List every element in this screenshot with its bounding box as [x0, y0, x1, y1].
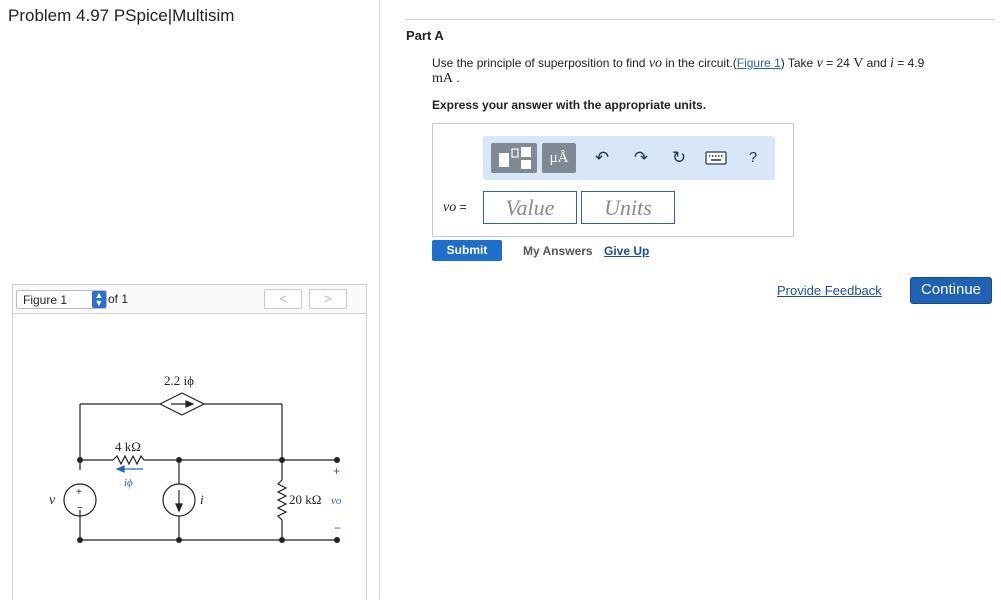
- units-button[interactable]: μÅ: [542, 143, 576, 173]
- output-voltage-label: vo: [331, 495, 342, 507]
- source-minus: −: [77, 503, 83, 514]
- figure-select-value: Figure 1: [23, 293, 68, 307]
- part-label: Part A: [406, 28, 444, 43]
- figure-link[interactable]: Figure 1: [737, 56, 781, 70]
- figure-panel: Figure 1 ▲ ▼ of 1 < > 2.2 iϕ 4 kΩ iϕ v +…: [12, 284, 367, 600]
- template-icon: [499, 147, 531, 169]
- continue-button[interactable]: Continue: [910, 277, 992, 304]
- answer-box: μÅ ↶ ↷ ↻ ? vo = Value Units: [432, 123, 794, 237]
- circuit-diagram: 2.2 iϕ 4 kΩ iϕ v + − i 20 kΩ vo + −: [49, 373, 342, 543]
- template-button[interactable]: [491, 143, 537, 173]
- chevron-updown-icon: ▲ ▼: [92, 291, 106, 308]
- instruction-text: Express your answer with the appropriate…: [432, 98, 707, 112]
- figure-column: Problem 4.97 PSpice|Multisim Figure 1 ▲ ▼…: [0, 0, 380, 600]
- question-pre: Use the principle of superposition to fi…: [432, 56, 646, 70]
- next-figure-button[interactable]: >: [309, 289, 347, 309]
- submit-button[interactable]: Submit: [432, 240, 502, 261]
- question-var: vo: [648, 56, 663, 71]
- answer-var-name: vo: [443, 200, 457, 215]
- output-plus: +: [333, 464, 340, 478]
- current-label: iϕ: [124, 477, 133, 489]
- prev-figure-button[interactable]: <: [264, 289, 302, 309]
- i-value: = 4.9: [897, 56, 925, 70]
- i-var: i: [890, 56, 894, 71]
- help-button[interactable]: ?: [741, 146, 765, 170]
- answer-variable: vo =: [443, 200, 467, 216]
- question-mid: in the circuit.(: [665, 56, 737, 70]
- question-end: .: [456, 71, 460, 85]
- and-text: and: [866, 56, 887, 70]
- provide-feedback-link[interactable]: Provide Feedback: [777, 283, 882, 298]
- r2-label: 20 kΩ: [289, 492, 321, 507]
- source-plus: +: [76, 487, 82, 498]
- voltage-source-label: v: [49, 493, 56, 508]
- current-source-label: i: [200, 492, 204, 507]
- dependent-source-label: 2.2 iϕ: [164, 373, 194, 388]
- figure-select[interactable]: Figure 1 ▲ ▼: [16, 290, 107, 309]
- output-minus: −: [334, 521, 341, 535]
- v-value: = 24: [826, 56, 850, 70]
- page-title: Problem 4.97 PSpice|Multisim: [8, 6, 235, 25]
- answer-equals: =: [459, 200, 467, 214]
- my-answers-link[interactable]: My Answers: [523, 244, 593, 258]
- question-text: Use the principle of superposition to fi…: [432, 56, 992, 86]
- give-up-link[interactable]: Give Up: [604, 244, 649, 258]
- figure-toolbar: Figure 1 ▲ ▼ of 1 < >: [13, 285, 366, 314]
- reset-icon[interactable]: ↻: [667, 146, 691, 170]
- math-toolbar: μÅ ↶ ↷ ↻ ?: [483, 136, 775, 180]
- redo-icon[interactable]: ↷: [629, 146, 653, 170]
- question-column: Part A Use the principle of superpositio…: [406, 0, 1001, 599]
- i-unit: mA: [432, 71, 453, 86]
- keyboard-icon[interactable]: [704, 146, 728, 170]
- question-take: ) Take: [780, 56, 814, 70]
- v-var: v: [816, 56, 823, 71]
- units-input[interactable]: Units: [581, 191, 675, 224]
- r1-label: 4 kΩ: [115, 439, 141, 454]
- value-input[interactable]: Value: [483, 191, 577, 224]
- undo-icon[interactable]: ↶: [590, 146, 614, 170]
- divider: [406, 19, 994, 20]
- v-unit: V: [853, 56, 864, 71]
- figure-count: of 1: [108, 292, 129, 306]
